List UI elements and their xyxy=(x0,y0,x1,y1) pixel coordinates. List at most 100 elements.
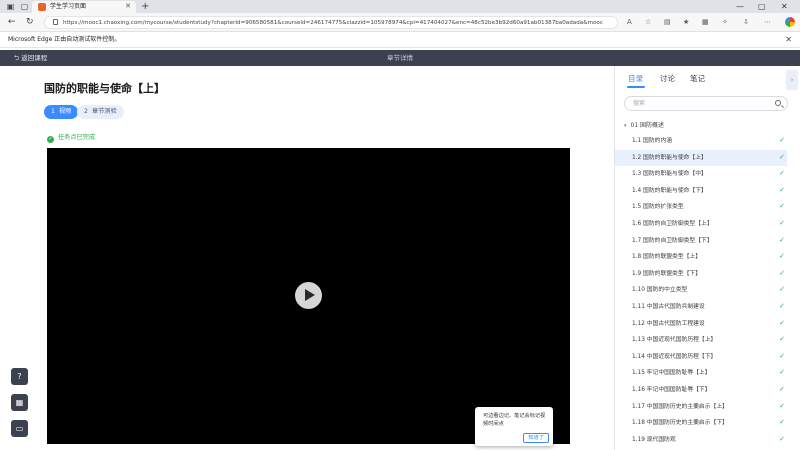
catalog-item[interactable]: 1.10 国防的中立类型 ✓ xyxy=(615,282,787,299)
catalog-item[interactable]: 1.12 中国古代国防工程建设 ✓ xyxy=(615,316,787,333)
tab-list-icon[interactable]: ▢ xyxy=(20,2,29,11)
check-icon: ✓ xyxy=(779,351,785,360)
lock-icon xyxy=(53,19,58,25)
settings-more-icon[interactable]: ⋯ xyxy=(764,18,771,27)
chevron-down-icon: ▾ xyxy=(624,123,627,129)
lesson-title: 国防的职能与使命【上】 xyxy=(44,82,165,95)
new-tab-icon[interactable]: + xyxy=(141,1,149,12)
catalog-item[interactable]: 1.2 国防的职能与使命【上】 ✓ xyxy=(615,149,787,167)
catalog-item-label: 1.13 中国近现代国防历程【上】 xyxy=(632,337,717,344)
catalog-item-label: 1.11 中国古代国防兵制建设 xyxy=(632,303,705,310)
catalog-item[interactable]: 1.6 国防的自卫防御类型【上】 ✓ xyxy=(615,216,787,233)
close-window-icon[interactable]: ✕ xyxy=(781,1,788,12)
got-it-button[interactable]: 知道了 xyxy=(523,433,549,443)
page-header: ⮌ 返回课程 章节详情 xyxy=(0,50,800,66)
check-icon: ✓ xyxy=(779,418,785,427)
close-tab-icon[interactable]: ✕ xyxy=(125,2,131,11)
collapse-sidebar-button[interactable]: › xyxy=(786,70,798,90)
refresh-icon[interactable]: ↻ xyxy=(26,17,34,27)
back-icon[interactable]: ← xyxy=(8,17,16,27)
favorites-icon[interactable]: ★ xyxy=(683,18,689,27)
catalog-item-label: 1.6 国防的自卫防御类型【上】 xyxy=(632,220,713,227)
page-title: 章节详情 xyxy=(387,54,413,62)
check-icon: ✓ xyxy=(779,218,785,227)
check-icon: ✓ xyxy=(779,401,785,410)
browser-tab[interactable]: 学生学习页面 ✕ xyxy=(32,1,136,13)
catalog-item[interactable]: 1.15 牢记中国国防耻辱【上】 ✓ xyxy=(615,365,787,382)
read-aloud-icon[interactable]: A xyxy=(627,18,632,27)
tab-video[interactable]: 1 视频 xyxy=(44,105,79,119)
tab-actions-icon[interactable]: ▣ xyxy=(6,2,15,11)
close-icon[interactable]: ✕ xyxy=(785,35,792,44)
split-screen-icon[interactable]: ▤ xyxy=(664,18,671,27)
catalog-item-label: 1.14 中国近现代国防历程【下】 xyxy=(632,353,717,360)
check-icon: ✓ xyxy=(779,384,785,393)
catalog-item-label: 1.10 国防的中立类型 xyxy=(632,287,688,294)
browser-tab-bar: ▣ ▢ 学生学习页面 ✕ + — ▢ ✕ xyxy=(0,0,800,13)
tab-discussion[interactable]: 讨论 xyxy=(660,74,675,84)
help-button[interactable]: ? xyxy=(11,368,28,385)
video-player[interactable] xyxy=(47,148,570,444)
catalog-item[interactable]: 1.18 中国国防历史的主要启示【下】 ✓ xyxy=(615,415,787,432)
url-text: https://mooc1.chaoxing.com/mycourse/stud… xyxy=(63,20,603,26)
catalog-item[interactable]: 1.13 中国近现代国防历程【上】 ✓ xyxy=(615,332,787,349)
qr-code-button[interactable]: ▦ xyxy=(11,394,28,411)
check-icon: ✓ xyxy=(779,285,785,294)
maximize-icon[interactable]: ▢ xyxy=(758,1,766,12)
catalog-item-label: 1.15 牢记中国国防耻辱【上】 xyxy=(632,370,711,377)
check-icon: ✓ xyxy=(779,252,785,261)
chapter-title: 01 国防概述 xyxy=(630,122,665,129)
catalog-item[interactable]: 1.1 国防的内涵 ✓ xyxy=(615,133,787,150)
catalog-list: 1.1 国防的内涵 ✓ 1.2 国防的职能与使命【上】 ✓ 1.3 国防的职能与使命【中… xyxy=(615,133,787,448)
catalog-item[interactable]: 1.11 中国古代国防兵制建设 ✓ xyxy=(615,299,787,316)
catalog-search-input[interactable]: 搜索 xyxy=(624,96,788,111)
main-content: 国防的职能与使命【上】 1 视频 2 章节测验 ✓ 任务点已完成 ? ▦ ▭ 可边看边… xyxy=(0,66,614,450)
tab-video-number: 1 xyxy=(51,108,55,115)
catalog-item-label: 1.4 国防的职能与使命【下】 xyxy=(632,187,707,194)
favorite-icon[interactable]: ☆ xyxy=(645,18,651,27)
downloads-icon[interactable]: ⇩ xyxy=(743,18,749,27)
catalog-item-label: 1.18 中国国防历史的主要启示【下】 xyxy=(632,420,728,427)
catalog-item[interactable]: 1.9 国防的联盟类型【下】 ✓ xyxy=(615,266,787,283)
chat-button[interactable]: ▭ xyxy=(11,420,28,437)
collections-icon[interactable]: ▦ xyxy=(702,18,709,27)
catalog-item[interactable]: 1.8 国防的联盟类型【上】 ✓ xyxy=(615,249,787,266)
tab-quiz-number: 2 xyxy=(84,108,88,115)
check-icon: ✓ xyxy=(779,335,785,344)
notes-tip-popup: 可边看边记、笔记会标记视频时间点 知道了 xyxy=(475,407,553,446)
check-icon: ✓ xyxy=(779,301,785,310)
catalog-item[interactable]: 1.7 国防的自卫防御类型【下】 ✓ xyxy=(615,233,787,250)
minimize-icon[interactable]: — xyxy=(736,1,744,12)
copilot-icon[interactable] xyxy=(785,17,795,27)
search-icon[interactable] xyxy=(775,100,781,106)
chat-icon: ▭ xyxy=(15,424,24,433)
play-button[interactable] xyxy=(295,282,322,309)
active-tab-indicator xyxy=(627,86,645,88)
tab-notes[interactable]: 笔记 xyxy=(690,74,705,84)
catalog-item[interactable]: 1.3 国防的职能与使命【中】 ✓ xyxy=(615,166,787,183)
browser-tab-title: 学生学习页面 xyxy=(50,3,87,10)
search-placeholder: 搜索 xyxy=(633,100,646,107)
check-icon: ✓ xyxy=(779,318,785,327)
catalog-item[interactable]: 1.4 国防的职能与使命【下】 ✓ xyxy=(615,183,787,200)
catalog-item-label: 1.5 国防的扩张类型 xyxy=(632,204,684,211)
address-bar-row: ← ↻ https://mooc1.chaoxing.com/mycourse/… xyxy=(0,13,800,32)
task-status: ✓ 任务点已完成 xyxy=(47,133,95,143)
extensions-icon[interactable]: ✧ xyxy=(722,18,728,27)
catalog-item[interactable]: 1.14 中国近现代国防历程【下】 ✓ xyxy=(615,349,787,366)
catalog-item-label: 1.19 现代国防观 xyxy=(632,436,676,443)
url-field[interactable]: https://mooc1.chaoxing.com/mycourse/stud… xyxy=(44,16,618,29)
check-icon: ✓ xyxy=(779,136,785,144)
check-icon: ✓ xyxy=(779,202,785,211)
chapter-heading[interactable]: ▾ 01 国防概述 xyxy=(624,121,664,131)
check-icon: ✓ xyxy=(779,434,785,443)
catalog-item[interactable]: 1.19 现代国防观 ✓ xyxy=(615,432,787,449)
task-status-text: 任务点已完成 xyxy=(58,134,96,141)
tab-catalog[interactable]: 目录 xyxy=(628,74,643,84)
catalog-item[interactable]: 1.5 国防的扩张类型 ✓ xyxy=(615,199,787,216)
tab-chapter-quiz[interactable]: 2 章节测验 xyxy=(77,105,124,119)
catalog-item[interactable]: 1.16 牢记中国国防耻辱【下】 ✓ xyxy=(615,382,787,399)
catalog-item-label: 1.8 国防的联盟类型【上】 xyxy=(632,254,702,261)
catalog-item[interactable]: 1.17 中国国防历史的主要启示【上】 ✓ xyxy=(615,399,787,416)
catalog-item-label: 1.3 国防的职能与使命【中】 xyxy=(632,171,707,178)
